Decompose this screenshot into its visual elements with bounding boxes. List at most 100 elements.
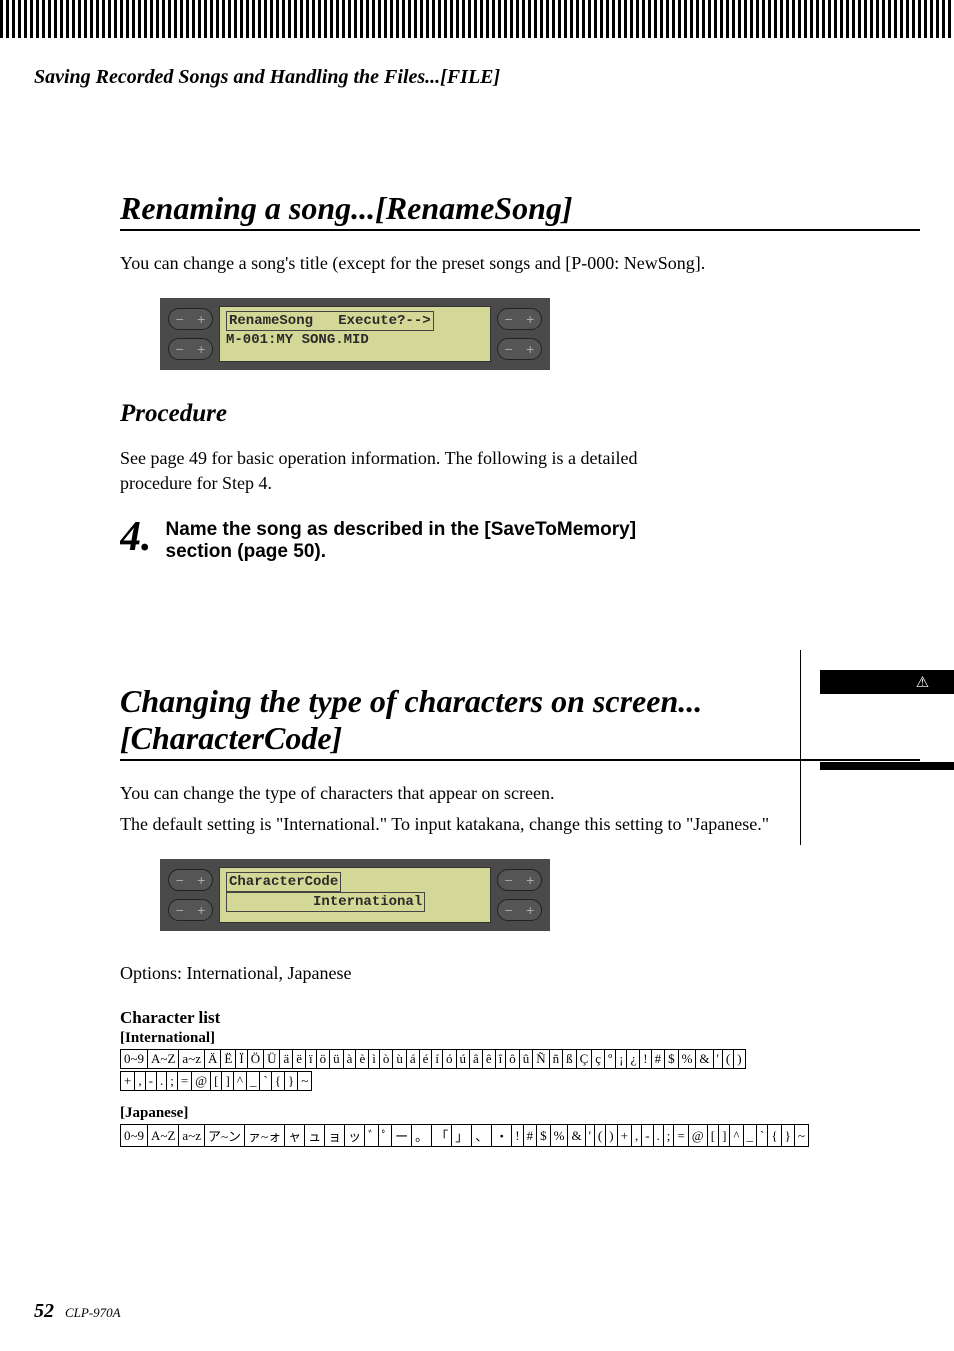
char-cell: ! <box>640 1050 651 1069</box>
char-cell: @ <box>192 1072 211 1091</box>
model-label: CLP-970A <box>65 1305 121 1320</box>
char-cell: } <box>285 1072 298 1091</box>
char-cell: ä <box>280 1050 293 1069</box>
char-cell: ß <box>563 1050 577 1069</box>
char-cell: = <box>674 1125 688 1147</box>
char-cell: ù <box>393 1050 407 1069</box>
lcd-panel-charcode: −+ −+ CharacterCode International −+ −+ <box>160 859 550 931</box>
char-cell: A~Z <box>148 1050 179 1069</box>
char-cell: + <box>121 1072 135 1091</box>
lcd-button-b-minus-plus: −+ <box>168 338 213 360</box>
section1-heading: Renaming a song...[RenameSong] <box>120 190 920 231</box>
lcd-screen-charcode: CharacterCode International <box>219 867 491 923</box>
char-cell: ¿ <box>627 1050 640 1069</box>
char-cell: ¡ <box>616 1050 627 1069</box>
page-header: Saving Recorded Songs and Handling the F… <box>34 66 500 89</box>
char-cell: = <box>177 1072 191 1091</box>
char-cell: ö <box>316 1050 330 1069</box>
char-cell: ü <box>330 1050 344 1069</box>
char-cell: ' <box>585 1125 594 1147</box>
char-cell: ! <box>512 1125 523 1147</box>
char-cell: + <box>617 1125 631 1147</box>
char-cell: # <box>651 1050 665 1069</box>
char-cell: û <box>519 1050 533 1069</box>
char-cell: ) <box>606 1125 617 1147</box>
vertical-divider <box>800 650 801 845</box>
char-cell: { <box>271 1072 284 1091</box>
char-cell: ' <box>713 1050 722 1069</box>
options-text: Options: International, Japanese <box>120 961 920 986</box>
char-cell: ) <box>734 1050 745 1069</box>
procedure-text: See page 49 for basic operation informat… <box>120 446 680 496</box>
char-cell: [ <box>707 1125 718 1147</box>
char-cell: } <box>781 1125 794 1147</box>
char-cell: & <box>568 1125 585 1147</box>
char-cell: # <box>523 1125 537 1147</box>
char-cell: % <box>678 1050 696 1069</box>
char-cell: ョ <box>325 1125 345 1147</box>
intl-table-row1: 0~9A~Za~zÄËÏÖÜäëïöüàèìòùáéíóúâêîôûÑñßÇçº… <box>120 1049 746 1069</box>
lcd-button-c-minus-plus: −+ <box>497 308 542 330</box>
char-cell: º <box>605 1050 616 1069</box>
char-cell: ァ~ォ <box>245 1125 285 1147</box>
lcd-button-d-minus-plus: −+ <box>497 338 542 360</box>
char-cell: ó <box>443 1050 457 1069</box>
char-cell: í <box>432 1050 443 1069</box>
char-cell: ò <box>379 1050 393 1069</box>
char-cell: ・ <box>492 1125 512 1147</box>
char-cell: , <box>135 1072 145 1091</box>
char-cell: ú <box>456 1050 470 1069</box>
char-cell: 」 <box>452 1125 472 1147</box>
char-cell: 0~9 <box>121 1125 148 1147</box>
char-cell: $ <box>537 1125 551 1147</box>
lcd-panel-rename: −+ −+ RenameSong Execute?--> M-001:MY SO… <box>160 298 550 370</box>
char-cell: á <box>406 1050 419 1069</box>
jp-label: [Japanese] <box>120 1105 920 1122</box>
char-cell: ] <box>222 1072 233 1091</box>
char-cell: ッ <box>345 1125 365 1147</box>
lcd-button-h-minus-plus: −+ <box>497 899 542 921</box>
char-cell: ï <box>306 1050 317 1069</box>
char-cell: ; <box>167 1072 178 1091</box>
char-cell: Ï <box>236 1050 247 1069</box>
section1-intro: You can change a song's title (except fo… <box>120 251 920 276</box>
char-cell: a~z <box>179 1125 205 1147</box>
step-text: Name the song as described in the [SaveT… <box>166 519 681 563</box>
char-cell: - <box>145 1072 156 1091</box>
content-area: Renaming a song...[RenameSong] You can c… <box>120 190 920 1147</box>
char-cell: ュ <box>305 1125 325 1147</box>
char-list-label: Character list <box>120 1008 920 1028</box>
char-cell: ` <box>757 1125 768 1147</box>
char-cell: Ñ <box>533 1050 549 1069</box>
char-cell: ; <box>663 1125 674 1147</box>
char-cell: ﾞ <box>365 1125 379 1147</box>
char-cell: a~z <box>179 1050 205 1069</box>
char-cell: Ä <box>205 1050 221 1069</box>
char-cell: ô <box>506 1050 520 1069</box>
char-cell: à <box>343 1050 356 1069</box>
char-cell: ^ <box>233 1072 246 1091</box>
caution-box: ⚠ <box>820 670 954 770</box>
procedure-heading: Procedure <box>120 400 920 428</box>
char-cell: @ <box>688 1125 707 1147</box>
char-cell: $ <box>665 1050 679 1069</box>
intl-table-row2: +,-.;=@[]^_`{}~ <box>120 1071 312 1091</box>
char-cell: _ <box>246 1072 260 1091</box>
char-cell: 0~9 <box>121 1050 148 1069</box>
lcd-button-f-minus-plus: −+ <box>168 899 213 921</box>
jp-table: 0~9A~Za~zア~ンァ~ォャュョッﾞﾟー。「」、・!#$%&'()+,-.;… <box>120 1124 809 1147</box>
char-cell: A~Z <box>148 1125 179 1147</box>
char-cell: ( <box>594 1125 605 1147</box>
caution-icon: ⚠ <box>916 673 929 692</box>
char-cell: Ç <box>576 1050 592 1069</box>
char-cell: 「 <box>432 1125 452 1147</box>
char-cell: ë <box>293 1050 306 1069</box>
char-cell: ~ <box>298 1072 312 1091</box>
char-cell: ア~ン <box>205 1125 245 1147</box>
char-cell: ( <box>722 1050 733 1069</box>
char-cell: ] <box>719 1125 730 1147</box>
char-cell: è <box>356 1050 369 1069</box>
char-cell: { <box>768 1125 781 1147</box>
char-cell: ç <box>592 1050 605 1069</box>
char-cell: ~ <box>794 1125 808 1147</box>
